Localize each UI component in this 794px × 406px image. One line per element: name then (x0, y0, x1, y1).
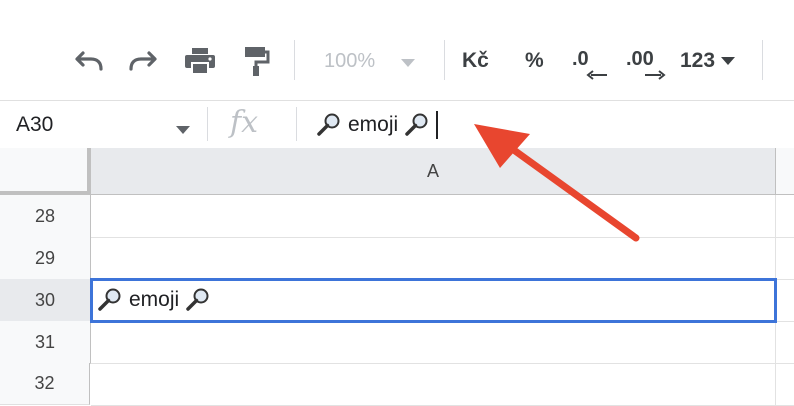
undo-icon (75, 51, 103, 71)
name-box[interactable]: A30 (0, 101, 200, 149)
increase-decimal-label: .00 (626, 48, 654, 70)
row-header[interactable]: 32 (0, 363, 90, 405)
print-icon (185, 48, 215, 75)
column-header-a[interactable]: A (91, 148, 776, 195)
fx-icon: fx (230, 105, 259, 140)
formula-input[interactable]: emoji (316, 108, 439, 142)
magnifying-glass-icon (186, 288, 209, 311)
chevron-down-icon (401, 50, 416, 73)
selected-cell[interactable]: emoji (90, 278, 777, 323)
more-formats-button[interactable]: 123 (680, 44, 736, 78)
cell[interactable] (91, 363, 776, 406)
formula-bar-divider (296, 107, 297, 141)
print-button[interactable] (182, 44, 218, 78)
column-header-next[interactable] (776, 148, 794, 195)
arrow-left-icon (586, 70, 607, 80)
decrease-decimal-label: .0 (572, 48, 589, 70)
row-header[interactable]: 31 (0, 321, 91, 364)
table-row: 31 (0, 321, 794, 364)
format-currency-button[interactable]: Kč (462, 44, 489, 78)
formula-bar-divider (207, 107, 208, 141)
magnifying-glass-icon (405, 113, 428, 136)
zoom-value: 100% (324, 49, 376, 72)
cell[interactable] (91, 237, 776, 280)
chevron-down-icon (721, 57, 736, 65)
format-percent-button[interactable]: % (525, 44, 544, 78)
table-row: 30 emoji (0, 278, 794, 323)
undo-button[interactable] (70, 44, 106, 78)
toolbar-divider (762, 40, 763, 80)
table-row: 28 (0, 195, 794, 238)
cell[interactable] (91, 321, 776, 364)
more-formats-label: 123 (680, 49, 716, 72)
cell-reference: A30 (16, 113, 54, 136)
row-header[interactable]: 30 (0, 279, 91, 322)
menu-bar (0, 0, 794, 14)
decrease-decimal-button[interactable]: .0 (572, 44, 612, 88)
toolbar: 100% Kč % .0 .00 123 (0, 14, 794, 100)
table-row: 29 (0, 237, 794, 280)
cell-text: emoji (129, 288, 180, 311)
redo-icon (129, 51, 157, 71)
formula-text: emoji (348, 113, 399, 136)
toolbar-divider (294, 40, 295, 80)
paint-format-button[interactable] (240, 44, 272, 78)
row-header[interactable]: 29 (0, 237, 91, 280)
text-cursor (436, 111, 439, 139)
redo-button[interactable] (126, 44, 162, 78)
select-all-corner[interactable] (0, 148, 91, 195)
zoom-select[interactable]: 100% (318, 44, 430, 78)
formula-bar: A30 fx emoji (0, 100, 794, 149)
row-header[interactable]: 28 (0, 195, 91, 238)
magnifying-glass-icon (317, 113, 340, 136)
toolbar-divider (444, 40, 445, 80)
cell[interactable] (91, 195, 776, 238)
chevron-down-icon[interactable] (176, 121, 190, 139)
table-row: 32 (0, 363, 794, 406)
paint-format-icon (245, 47, 270, 76)
spreadsheet-grid: A 28 29 30 emoji 31 32 (0, 148, 794, 406)
arrow-right-icon (645, 70, 666, 80)
magnifying-glass-icon (98, 288, 121, 311)
increase-decimal-button[interactable]: .00 (626, 44, 672, 88)
